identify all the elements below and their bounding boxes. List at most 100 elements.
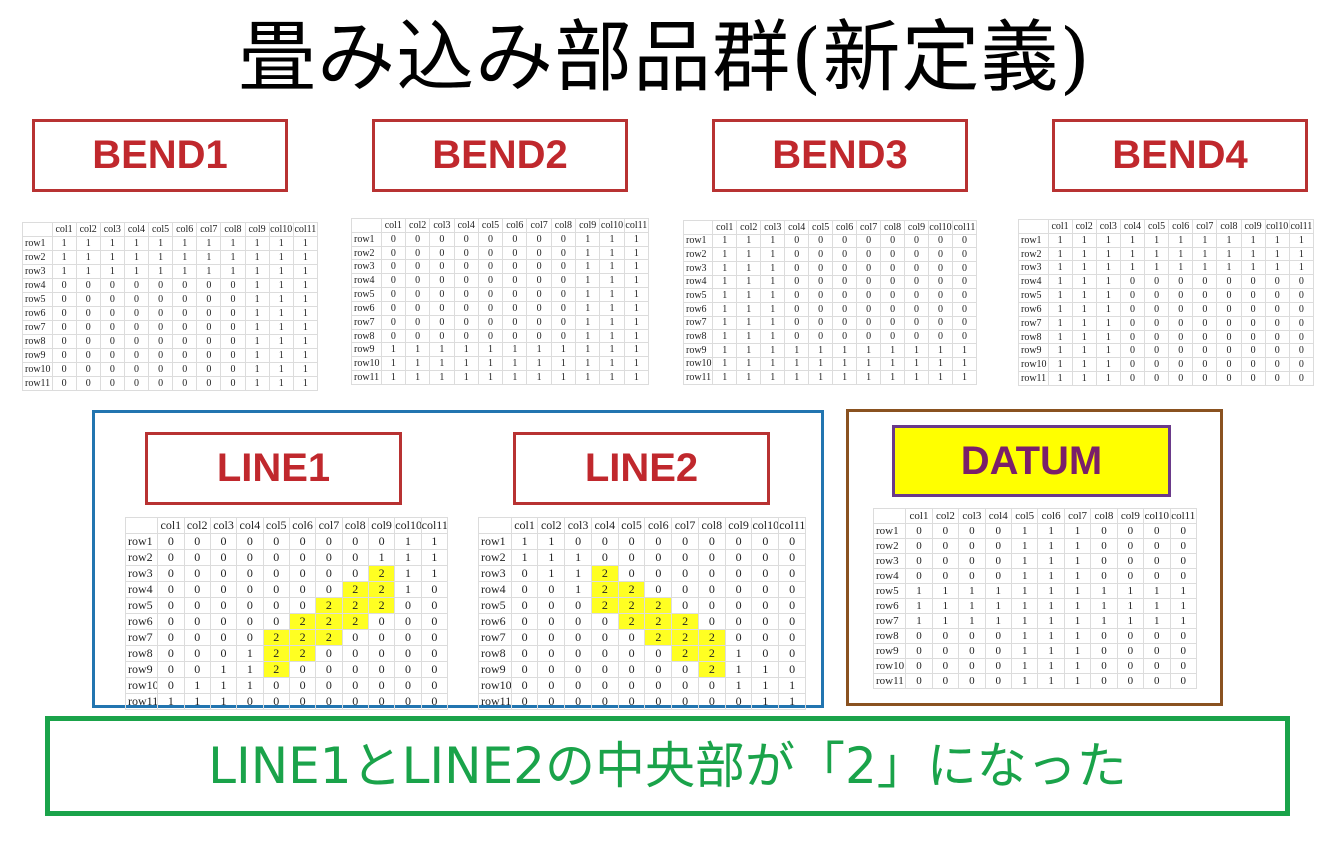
matrix-cell: 2 xyxy=(341,581,369,598)
matrix-cell: 0 xyxy=(832,233,858,249)
matrix-cell: 1 xyxy=(394,549,422,566)
matrix-cell: 0 xyxy=(99,334,125,349)
matrix-cell: 0 xyxy=(951,260,978,276)
matrix-cell: 0 xyxy=(724,533,753,550)
matrix-cell: 2 xyxy=(590,597,619,614)
table-row: row10 0 0 0 0 0 0 0 0 1 1 1 xyxy=(478,677,806,694)
matrix-cell: 1 xyxy=(292,278,319,293)
matrix-cell: 0 xyxy=(784,329,810,344)
matrix-cell: 0 xyxy=(394,693,422,710)
matrix-cell: 2 xyxy=(341,613,369,630)
matrix-cell: 0 xyxy=(1240,329,1266,345)
matrix-cell: 0 xyxy=(1264,357,1290,373)
row-header: row7 xyxy=(1018,315,1049,331)
matrix-cell: 0 xyxy=(1216,357,1242,373)
matrix-cell: 0 xyxy=(880,233,906,249)
matrix-cell: 0 xyxy=(1288,301,1315,317)
column-header: col4 xyxy=(784,220,810,235)
matrix-cell: 2 xyxy=(262,645,290,662)
matrix-cell: 0 xyxy=(590,661,619,678)
column-header: col3 xyxy=(958,508,986,524)
matrix-cell: 1 xyxy=(1119,246,1146,262)
matrix-cell: 1 xyxy=(623,370,650,385)
row-header: row9 xyxy=(478,661,512,678)
matrix-cell: 0 xyxy=(183,533,211,550)
matrix-cell: 1 xyxy=(880,370,906,385)
matrix-cell: 0 xyxy=(984,628,1012,644)
column-header: col2 xyxy=(736,220,762,235)
matrix-cell: 0 xyxy=(537,613,566,630)
matrix-cell: 0 xyxy=(905,553,933,569)
matrix-cell: 1 xyxy=(1047,301,1073,317)
matrix-cell: 1 xyxy=(1216,246,1242,262)
column-header: col6 xyxy=(832,220,858,235)
column-header: col8 xyxy=(341,517,369,534)
matrix-cell: 0 xyxy=(590,677,619,694)
matrix-cell: 0 xyxy=(183,613,211,630)
table-row: row11 0 0 0 0 1 1 1 0 0 0 0 xyxy=(872,673,1198,689)
table-row: row5 1 1 1 1 1 1 1 1 1 1 1 xyxy=(872,583,1198,599)
matrix-cell: 0 xyxy=(510,565,539,582)
matrix-cell: 1 xyxy=(1063,628,1092,644)
matrix-cell: 0 xyxy=(550,231,577,247)
matrix-cell: 1 xyxy=(380,370,406,385)
matrix-cell: 0 xyxy=(183,581,211,598)
matrix-cell: 0 xyxy=(315,645,343,662)
matrix-cell: 0 xyxy=(99,376,125,391)
matrix-cell: 0 xyxy=(1168,274,1194,290)
matrix-cell: 1 xyxy=(1071,301,1097,317)
matrix-cell: 1 xyxy=(550,342,577,358)
matrix-cell: 1 xyxy=(1047,329,1073,345)
matrix-cell: 1 xyxy=(1119,232,1146,248)
matrix-cell: 0 xyxy=(367,533,396,550)
row-header: row10 xyxy=(478,677,512,694)
matrix-cell: 0 xyxy=(341,565,369,582)
line2-matrix: col1 col2 col3 col4 col5 col6 col7 col8 col9 col1… xyxy=(478,517,806,710)
matrix-cell: 0 xyxy=(1169,658,1198,674)
matrix-cell: 0 xyxy=(832,260,858,276)
matrix-cell: 0 xyxy=(1143,371,1170,386)
matrix-cell: 1 xyxy=(712,329,738,344)
column-header: col11 xyxy=(292,222,319,237)
matrix-cell: 0 xyxy=(880,247,906,262)
matrix-cell: 0 xyxy=(644,533,673,550)
column-header: col4 xyxy=(590,517,619,534)
table-row: row2 0 0 0 0 0 0 0 0 1 1 1 xyxy=(124,549,449,566)
row-header: row11 xyxy=(124,693,159,710)
matrix-cell: 0 xyxy=(1168,343,1194,359)
matrix-cell: 1 xyxy=(1010,613,1039,629)
matrix-cell: 0 xyxy=(724,613,753,630)
matrix-cell: 0 xyxy=(196,376,222,391)
row-header: row2 xyxy=(1018,246,1049,262)
matrix-cell: 1 xyxy=(1037,538,1065,554)
matrix-cell: 0 xyxy=(751,613,780,630)
matrix-cell: 0 xyxy=(905,538,933,554)
matrix-cell: 0 xyxy=(590,613,619,630)
matrix-cell: 0 xyxy=(1216,315,1242,331)
column-header: col8 xyxy=(697,517,726,534)
matrix-cell: 0 xyxy=(958,553,986,569)
column-header: col3 xyxy=(564,517,592,534)
matrix-cell: 1 xyxy=(268,362,294,377)
row-header: row3 xyxy=(872,553,907,569)
matrix-cell: 0 xyxy=(196,348,222,363)
table-row: row9 1 1 1 1 1 1 1 1 1 1 1 xyxy=(351,342,650,358)
row-header: row6 xyxy=(478,613,512,630)
matrix-cell: 0 xyxy=(644,693,673,710)
matrix-cell: 0 xyxy=(644,677,673,694)
matrix-cell: 1 xyxy=(1216,232,1242,248)
matrix-cell: 1 xyxy=(268,250,294,265)
matrix-cell: 1 xyxy=(760,315,786,331)
matrix-cell: 1 xyxy=(1063,568,1092,584)
matrix-cell: 0 xyxy=(1119,301,1146,317)
matrix-cell: 0 xyxy=(420,661,449,678)
matrix-cell: 0 xyxy=(172,362,198,377)
matrix-cell: 0 xyxy=(147,348,174,363)
table-row: row11 0 0 0 0 0 0 0 0 0 1 1 xyxy=(478,693,806,710)
matrix-cell: 0 xyxy=(172,306,198,321)
matrix-cell: 0 xyxy=(209,549,238,566)
table-row: row2 1 1 1 0 0 0 0 0 0 0 0 xyxy=(478,549,806,566)
table-row: row4 0 0 0 0 0 0 0 0 1 1 1 xyxy=(22,278,319,293)
corner-cell xyxy=(22,222,53,237)
column-header: col8 xyxy=(220,222,246,237)
